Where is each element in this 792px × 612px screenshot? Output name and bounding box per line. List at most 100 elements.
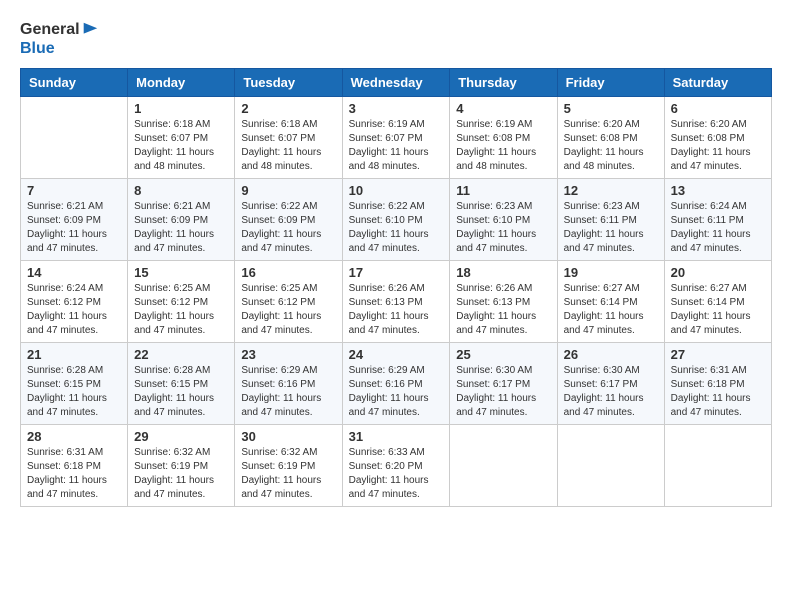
logo-text-blue: Blue	[20, 39, 99, 58]
day-info: Sunrise: 6:32 AM Sunset: 6:19 PM Dayligh…	[241, 446, 335, 502]
calendar-cell: 13 Sunrise: 6:24 AM Sunset: 6:11 PM Dayli…	[664, 179, 771, 261]
logo-flag-icon	[81, 21, 99, 39]
day-info: Sunrise: 6:20 AM Sunset: 6:08 PM Dayligh…	[671, 118, 765, 174]
day-number: 18	[456, 265, 550, 280]
day-number: 9	[241, 183, 335, 198]
calendar-week-row: 21Sunrise: 6:28 AM Sunset: 6:15 PM Dayli…	[21, 343, 772, 425]
day-info: Sunrise: 6:33 AM Sunset: 6:20 PM Dayligh…	[349, 446, 444, 502]
day-info: Sunrise: 6:30 AM Sunset: 6:17 PM Dayligh…	[564, 364, 658, 420]
day-number: 3	[349, 101, 444, 116]
day-number: 16	[241, 265, 335, 280]
day-number: 31	[349, 429, 444, 444]
day-info: Sunrise: 6:22 AM Sunset: 6:10 PM Dayligh…	[349, 200, 444, 256]
day-info: Sunrise: 6:23 AM Sunset: 6:10 PM Dayligh…	[456, 200, 550, 256]
calendar-cell: 4 Sunrise: 6:19 AM Sunset: 6:08 PM Daylig…	[450, 97, 557, 179]
day-number: 15	[134, 265, 228, 280]
day-number: 24	[349, 347, 444, 362]
day-number: 26	[564, 347, 658, 362]
calendar-cell: 1Sunrise: 6:18 AM Sunset: 6:07 PM Daylig…	[128, 97, 235, 179]
day-info: Sunrise: 6:25 AM Sunset: 6:12 PM Dayligh…	[134, 282, 228, 338]
day-info: Sunrise: 6:24 AM Sunset: 6:11 PM Dayligh…	[671, 200, 765, 256]
calendar-cell: 9 Sunrise: 6:22 AM Sunset: 6:09 PM Daylig…	[235, 179, 342, 261]
calendar-cell: 10 Sunrise: 6:22 AM Sunset: 6:10 PM Dayli…	[342, 179, 450, 261]
day-info: Sunrise: 6:21 AM Sunset: 6:09 PM Dayligh…	[134, 200, 228, 256]
day-info: Sunrise: 6:28 AM Sunset: 6:15 PM Dayligh…	[134, 364, 228, 420]
calendar-week-row: 7 Sunrise: 6:21 AM Sunset: 6:09 PM Daylig…	[21, 179, 772, 261]
calendar-week-row: 28 Sunrise: 6:31 AM Sunset: 6:18 PM Dayli…	[21, 425, 772, 507]
day-info: Sunrise: 6:31 AM Sunset: 6:18 PM Dayligh…	[671, 364, 765, 420]
day-info: Sunrise: 6:18 AM Sunset: 6:07 PM Dayligh…	[241, 118, 335, 174]
day-number: 17	[349, 265, 444, 280]
day-info: Sunrise: 6:31 AM Sunset: 6:18 PM Dayligh…	[27, 446, 121, 502]
calendar-cell: 23Sunrise: 6:29 AM Sunset: 6:16 PM Dayli…	[235, 343, 342, 425]
day-number: 12	[564, 183, 658, 198]
day-number: 8	[134, 183, 228, 198]
calendar-cell: 14 Sunrise: 6:24 AM Sunset: 6:12 PM Dayli…	[21, 261, 128, 343]
day-info: Sunrise: 6:30 AM Sunset: 6:17 PM Dayligh…	[456, 364, 550, 420]
day-info: Sunrise: 6:21 AM Sunset: 6:09 PM Dayligh…	[27, 200, 121, 256]
calendar-cell: 8 Sunrise: 6:21 AM Sunset: 6:09 PM Daylig…	[128, 179, 235, 261]
calendar-cell: 25Sunrise: 6:30 AM Sunset: 6:17 PM Dayli…	[450, 343, 557, 425]
day-info: Sunrise: 6:28 AM Sunset: 6:15 PM Dayligh…	[27, 364, 121, 420]
calendar-cell: 20Sunrise: 6:27 AM Sunset: 6:14 PM Dayli…	[664, 261, 771, 343]
calendar-cell: 21Sunrise: 6:28 AM Sunset: 6:15 PM Dayli…	[21, 343, 128, 425]
calendar-week-row: 14 Sunrise: 6:24 AM Sunset: 6:12 PM Dayli…	[21, 261, 772, 343]
day-info: Sunrise: 6:19 AM Sunset: 6:07 PM Dayligh…	[349, 118, 444, 174]
logo: General Blue	[20, 20, 99, 58]
day-number: 19	[564, 265, 658, 280]
day-number: 20	[671, 265, 765, 280]
day-info: Sunrise: 6:23 AM Sunset: 6:11 PM Dayligh…	[564, 200, 658, 256]
calendar-cell: 26 Sunrise: 6:30 AM Sunset: 6:17 PM Dayli…	[557, 343, 664, 425]
calendar-cell: 7 Sunrise: 6:21 AM Sunset: 6:09 PM Daylig…	[21, 179, 128, 261]
day-number: 6	[671, 101, 765, 116]
calendar-cell: 15 Sunrise: 6:25 AM Sunset: 6:12 PM Dayli…	[128, 261, 235, 343]
column-header-thursday: Thursday	[450, 69, 557, 97]
calendar-cell: 28 Sunrise: 6:31 AM Sunset: 6:18 PM Dayli…	[21, 425, 128, 507]
day-number: 27	[671, 347, 765, 362]
column-header-saturday: Saturday	[664, 69, 771, 97]
day-info: Sunrise: 6:32 AM Sunset: 6:19 PM Dayligh…	[134, 446, 228, 502]
calendar-header-row: SundayMondayTuesdayWednesdayThursdayFrid…	[21, 69, 772, 97]
column-header-wednesday: Wednesday	[342, 69, 450, 97]
day-info: Sunrise: 6:29 AM Sunset: 6:16 PM Dayligh…	[241, 364, 335, 420]
calendar-cell: 17 Sunrise: 6:26 AM Sunset: 6:13 PM Dayli…	[342, 261, 450, 343]
calendar-cell: 22Sunrise: 6:28 AM Sunset: 6:15 PM Dayli…	[128, 343, 235, 425]
day-number: 29	[134, 429, 228, 444]
calendar-cell: 30 Sunrise: 6:32 AM Sunset: 6:19 PM Dayli…	[235, 425, 342, 507]
calendar-cell	[21, 97, 128, 179]
logo-text-general: General	[20, 20, 80, 39]
day-number: 11	[456, 183, 550, 198]
day-info: Sunrise: 6:22 AM Sunset: 6:09 PM Dayligh…	[241, 200, 335, 256]
column-header-monday: Monday	[128, 69, 235, 97]
day-number: 14	[27, 265, 121, 280]
calendar-week-row: 1Sunrise: 6:18 AM Sunset: 6:07 PM Daylig…	[21, 97, 772, 179]
logo-container: General Blue	[20, 20, 99, 58]
day-number: 10	[349, 183, 444, 198]
day-number: 7	[27, 183, 121, 198]
column-header-friday: Friday	[557, 69, 664, 97]
day-info: Sunrise: 6:27 AM Sunset: 6:14 PM Dayligh…	[564, 282, 658, 338]
calendar-cell: 5 Sunrise: 6:20 AM Sunset: 6:08 PM Daylig…	[557, 97, 664, 179]
day-info: Sunrise: 6:25 AM Sunset: 6:12 PM Dayligh…	[241, 282, 335, 338]
calendar-cell	[557, 425, 664, 507]
day-info: Sunrise: 6:24 AM Sunset: 6:12 PM Dayligh…	[27, 282, 121, 338]
day-number: 5	[564, 101, 658, 116]
calendar-cell: 31 Sunrise: 6:33 AM Sunset: 6:20 PM Dayli…	[342, 425, 450, 507]
column-header-sunday: Sunday	[21, 69, 128, 97]
calendar-cell	[664, 425, 771, 507]
day-info: Sunrise: 6:18 AM Sunset: 6:07 PM Dayligh…	[134, 118, 228, 174]
day-number: 13	[671, 183, 765, 198]
day-info: Sunrise: 6:20 AM Sunset: 6:08 PM Dayligh…	[564, 118, 658, 174]
day-info: Sunrise: 6:19 AM Sunset: 6:08 PM Dayligh…	[456, 118, 550, 174]
calendar-cell: 29 Sunrise: 6:32 AM Sunset: 6:19 PM Dayli…	[128, 425, 235, 507]
calendar-cell: 18Sunrise: 6:26 AM Sunset: 6:13 PM Dayli…	[450, 261, 557, 343]
day-number: 4	[456, 101, 550, 116]
calendar-table: SundayMondayTuesdayWednesdayThursdayFrid…	[20, 68, 772, 507]
day-number: 30	[241, 429, 335, 444]
day-number: 28	[27, 429, 121, 444]
day-info: Sunrise: 6:26 AM Sunset: 6:13 PM Dayligh…	[349, 282, 444, 338]
day-number: 2	[241, 101, 335, 116]
calendar-cell: 16 Sunrise: 6:25 AM Sunset: 6:12 PM Dayli…	[235, 261, 342, 343]
calendar-cell	[450, 425, 557, 507]
calendar-cell: 19 Sunrise: 6:27 AM Sunset: 6:14 PM Dayli…	[557, 261, 664, 343]
